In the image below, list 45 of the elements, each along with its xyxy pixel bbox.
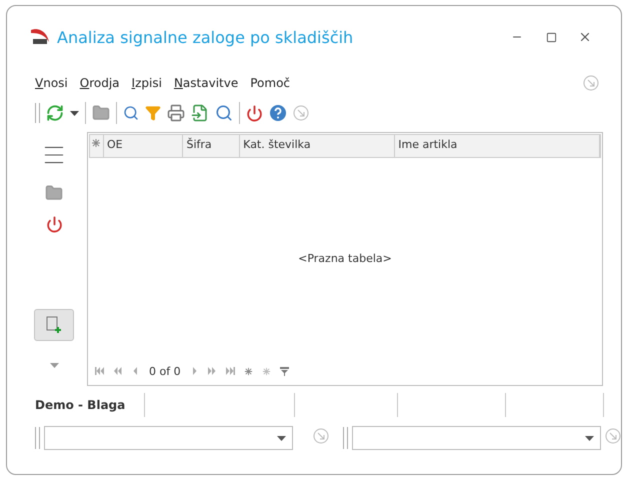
column-header[interactable]: Ime artikla bbox=[395, 135, 600, 157]
menu-item[interactable]: Orodja bbox=[80, 76, 120, 90]
previous-page-group-icon[interactable] bbox=[113, 367, 122, 375]
add-document-button[interactable] bbox=[34, 309, 74, 341]
column-header[interactable]: Šifra bbox=[183, 135, 240, 157]
column-header[interactable]: Kat. številka bbox=[240, 135, 396, 157]
window-title: Analiza signalne zaloge po skladiščih bbox=[57, 28, 354, 46]
filter-icon[interactable] bbox=[280, 366, 289, 376]
next-page-group-icon[interactable] bbox=[208, 367, 217, 375]
app-logo-icon bbox=[29, 27, 51, 47]
caret-icon[interactable] bbox=[70, 110, 79, 116]
status-text: Demo - Blaga bbox=[35, 398, 126, 412]
column-header[interactable]: OE bbox=[104, 135, 184, 157]
power-icon[interactable] bbox=[246, 104, 263, 122]
add-document-icon bbox=[46, 316, 62, 334]
menu-item[interactable]: Vnosi bbox=[35, 76, 68, 90]
arrow-circle-icon[interactable] bbox=[293, 105, 309, 121]
printer-icon[interactable] bbox=[167, 104, 185, 122]
folder-icon[interactable] bbox=[92, 104, 110, 122]
arrow-circle-icon[interactable] bbox=[313, 428, 329, 444]
empty-table-text: <Prazna tabela> bbox=[298, 252, 392, 264]
filter-icon[interactable] bbox=[145, 105, 161, 121]
combo-box[interactable] bbox=[352, 426, 601, 450]
close-icon[interactable] bbox=[578, 30, 592, 44]
first-page-icon[interactable] bbox=[95, 367, 104, 375]
record-counter: 0 of 0 bbox=[149, 364, 181, 378]
combo-box[interactable] bbox=[44, 426, 293, 450]
arrow-circle-icon[interactable] bbox=[605, 428, 621, 444]
refresh-icon[interactable] bbox=[46, 104, 64, 122]
help-icon[interactable] bbox=[269, 104, 287, 122]
asterisk-icon[interactable] bbox=[244, 366, 253, 376]
search-icon[interactable] bbox=[123, 105, 139, 121]
arrow-circle-icon[interactable] bbox=[583, 75, 599, 91]
menu-item[interactable]: Izpisi bbox=[132, 76, 162, 90]
previous-page-icon[interactable] bbox=[131, 367, 140, 375]
menu-item[interactable]: Nastavitve bbox=[174, 76, 238, 90]
asterisk-icon bbox=[91, 138, 101, 148]
asterisk-icon[interactable] bbox=[262, 366, 271, 376]
folder-icon[interactable] bbox=[45, 184, 63, 202]
menu-item[interactable]: Pomoč bbox=[250, 76, 290, 90]
power-icon[interactable] bbox=[46, 216, 62, 233]
export-icon[interactable] bbox=[191, 104, 209, 122]
maximize-icon[interactable] bbox=[546, 32, 556, 42]
table-search-icon[interactable] bbox=[215, 104, 233, 122]
last-page-icon[interactable] bbox=[226, 367, 235, 375]
